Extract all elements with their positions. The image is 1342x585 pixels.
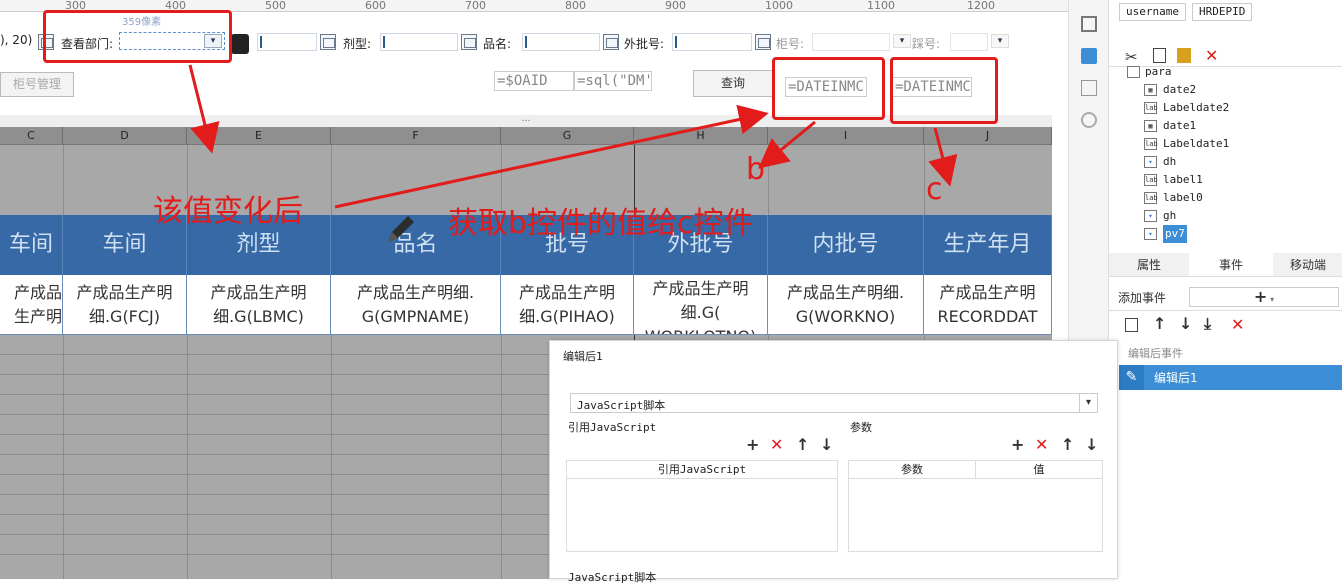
params-table[interactable]: 参数 值 [848, 460, 1103, 552]
move-down-icon[interactable]: ↓ [820, 437, 833, 453]
tree-item[interactable]: ▾ dh [1109, 153, 1342, 171]
label-widget-icon: lab [1144, 192, 1158, 204]
combo-widget-icon: ▾ [1144, 228, 1157, 240]
pencil-icon: ✎ [1119, 365, 1144, 390]
move-down-icon[interactable]: ↓ [1085, 437, 1098, 453]
tree-item[interactable]: lab Labeldate2 [1109, 99, 1342, 117]
tree-item[interactable]: ▦ date1 [1109, 117, 1342, 135]
event-item-selected[interactable]: ✎ 编辑后1 [1119, 365, 1342, 390]
tree-item-selected[interactable]: ▾ pv7 [1109, 225, 1342, 243]
move-down-icon[interactable]: ↓ [1179, 314, 1192, 333]
annotation-after-change: 该值变化后 [153, 194, 303, 229]
paste-icon[interactable] [1177, 48, 1191, 63]
square-icon[interactable] [1081, 16, 1097, 32]
tree-item[interactable]: lab Labeldate1 [1109, 135, 1342, 153]
delete-icon[interactable]: ✕ [1231, 315, 1244, 334]
ref-js-table[interactable]: 引用JavaScript [566, 460, 838, 552]
add-event-label: 添加事件 [1118, 291, 1167, 305]
ref-js-label: 引用JavaScript [568, 421, 657, 434]
tab-mobile[interactable]: 移动端 [1273, 253, 1342, 277]
layers-icon[interactable] [1081, 80, 1097, 96]
params-label: 参数 [850, 421, 872, 434]
label-widget-icon: lab [1144, 138, 1158, 150]
annotation-get-value: 获取b控件的值给c控件 [448, 206, 754, 241]
tab-properties[interactable]: 属性 [1109, 253, 1189, 277]
tree-item[interactable]: ▾ gh [1109, 207, 1342, 225]
tree-item[interactable]: lab label0 [1109, 189, 1342, 207]
move-up-icon[interactable]: ↑ [1061, 437, 1074, 453]
tree-item[interactable]: lab label1 [1109, 171, 1342, 189]
combo-widget-icon: ▾ [1144, 156, 1157, 168]
link-icon[interactable] [1081, 112, 1097, 128]
delete-icon[interactable]: ✕ [1035, 437, 1048, 453]
right-panel: username HRDEPID ✂ ✕ para ▦ date2 lab Labe… [1108, 0, 1342, 579]
move-bottom-icon[interactable]: ⤓ [1204, 314, 1211, 334]
tree-item[interactable]: ▦ date2 [1109, 81, 1342, 99]
tree-item[interactable]: para [1109, 63, 1342, 81]
copy-icon[interactable] [1125, 318, 1138, 332]
param-tag[interactable]: username [1119, 3, 1186, 21]
script-label: JavaScript脚本 [568, 571, 657, 584]
move-up-icon[interactable]: ↑ [1153, 314, 1166, 333]
date-widget-icon: ▦ [1144, 120, 1157, 132]
move-up-icon[interactable]: ↑ [796, 437, 809, 453]
date-widget-icon: ▦ [1144, 84, 1157, 96]
chevron-down-icon[interactable]: ▾ [1079, 394, 1097, 412]
event-editor-dialog: 编辑后1 JavaScript脚本 ▾ 引用JavaScript 参数 + ✕ … [549, 340, 1118, 584]
annotation-b: b [746, 152, 766, 187]
annotation-c: c [926, 172, 943, 207]
ref-js-header: 引用JavaScript [567, 461, 837, 479]
delete-icon[interactable]: ✕ [770, 437, 783, 453]
copy-icon[interactable] [1153, 48, 1166, 63]
event-section-label: 编辑后事件 [1128, 347, 1183, 360]
label-widget-icon: lab [1144, 102, 1158, 114]
param-tag[interactable]: HRDEPID [1192, 3, 1253, 21]
add-icon[interactable]: + [746, 437, 759, 453]
widget-icon[interactable] [1081, 48, 1097, 64]
dialog-title: 编辑后1 [563, 350, 603, 363]
add-icon[interactable]: + [1011, 437, 1024, 453]
script-type-select[interactable]: JavaScript脚本 ▾ [570, 393, 1098, 413]
add-event-dropdown[interactable]: + ▾ [1189, 287, 1339, 307]
label-widget-icon: lab [1144, 174, 1158, 186]
tab-events[interactable]: 事件 [1189, 253, 1273, 277]
param-col-header: 参数 [849, 461, 976, 479]
combo-widget-icon: ▾ [1144, 210, 1157, 222]
folder-icon [1127, 66, 1140, 78]
value-col-header: 值 [976, 461, 1102, 479]
